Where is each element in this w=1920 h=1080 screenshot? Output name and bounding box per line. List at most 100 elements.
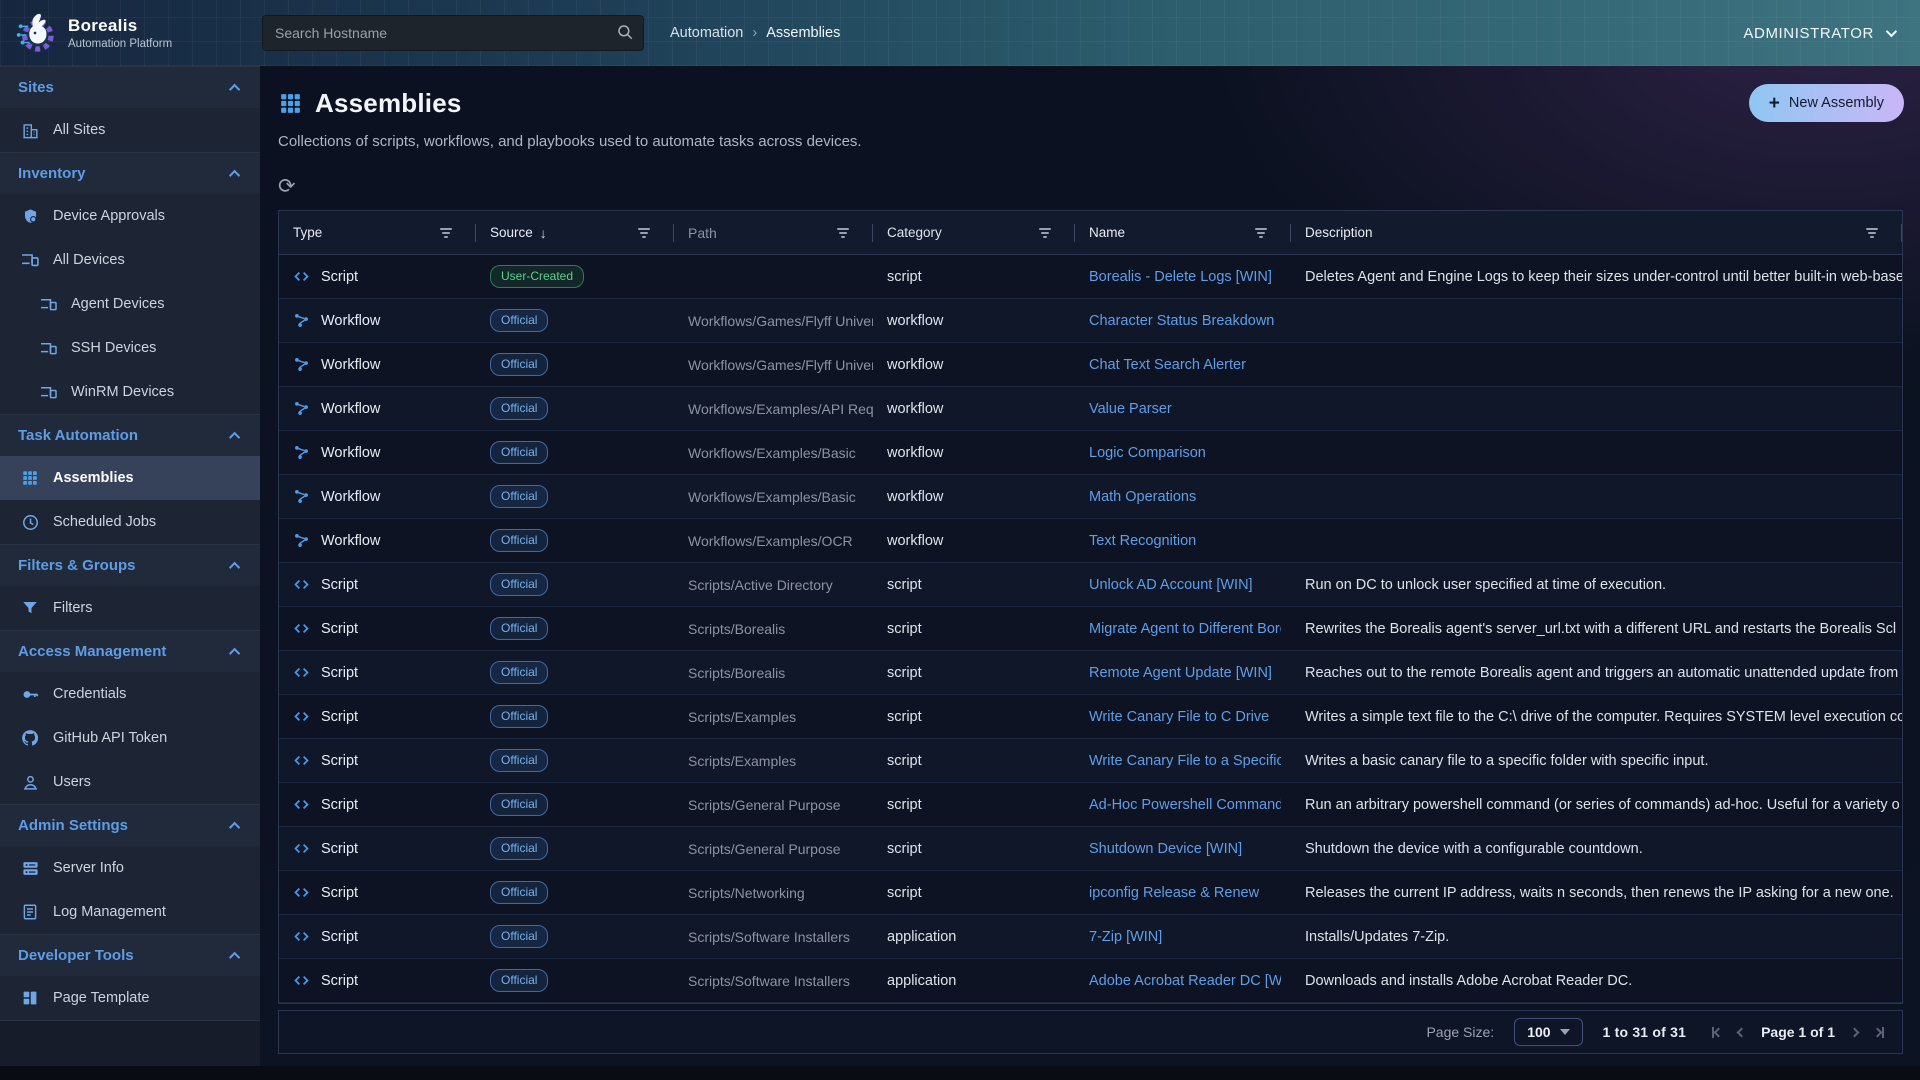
sidebar-item-filters[interactable]: Filters [0,586,260,630]
sidebar-section-developer-tools[interactable]: Developer Tools [0,934,260,976]
assembly-name-link[interactable]: Math Operations [1089,489,1281,505]
next-page-button[interactable] [1851,1029,1858,1036]
table-row[interactable]: Script Official Scripts/Borealis script … [279,607,1902,651]
table-row[interactable]: Script User-Created script Borealis - De… [279,255,1902,299]
category-cell: workflow [873,343,1075,386]
assembly-name-link[interactable]: Ad-Hoc Powershell Command [W [1089,797,1281,813]
description-cell [1291,475,1902,518]
column-header-path[interactable]: Path [674,211,873,254]
page-size-select[interactable]: 100 [1514,1018,1582,1046]
assembly-name-link[interactable]: Character Status Breakdown [1089,313,1281,329]
type-label: Script [321,929,358,945]
sidebar-item-agent-devices[interactable]: Agent Devices [0,282,260,326]
assembly-name-link[interactable]: Logic Comparison [1089,445,1281,461]
prev-page-button[interactable] [1738,1029,1745,1036]
sidebar-item-github-api-token[interactable]: GitHub API Token [0,716,260,760]
filter-funnel-icon[interactable] [1035,224,1055,242]
first-page-button[interactable] [1712,1027,1722,1038]
assembly-name-link[interactable]: Write Canary File to a Specific F [1089,753,1281,769]
new-assembly-button[interactable]: + New Assembly [1749,84,1904,122]
user-menu[interactable]: ADMINISTRATOR [1743,25,1894,42]
category-cell: application [873,959,1075,1002]
code-icon [293,972,310,989]
assembly-name-link[interactable]: ipconfig Release & Renew [1089,885,1281,901]
chevron-up-icon [229,431,240,442]
table-row[interactable]: Script Official Scripts/Software Install… [279,915,1902,959]
refresh-icon[interactable]: ⟳ [278,176,302,197]
breadcrumb-assemblies[interactable]: Assemblies [766,25,840,41]
table-row[interactable]: Workflow Official Workflows/Examples/Bas… [279,475,1902,519]
assembly-name-link[interactable]: Migrate Agent to Different Borea [1089,621,1281,637]
table-row[interactable]: Workflow Official Workflows/Examples/API… [279,387,1902,431]
table-row[interactable]: Script Official Scripts/Software Install… [279,959,1902,1003]
column-header-category[interactable]: Category [873,211,1075,254]
filter-funnel-icon[interactable] [436,224,456,242]
assembly-name-link[interactable]: 7-Zip [WIN] [1089,929,1281,945]
sidebar-section-task-automation[interactable]: Task Automation [0,414,260,456]
sidebar-item-winrm-devices[interactable]: WinRM Devices [0,370,260,414]
table-row[interactable]: Workflow Official Workflows/Games/Flyff … [279,299,1902,343]
sidebar-item-scheduled-jobs[interactable]: Scheduled Jobs [0,500,260,544]
assembly-name-link[interactable]: Adobe Acrobat Reader DC [WIN [1089,973,1281,989]
description-cell: Run on DC to unlock user specified at ti… [1291,563,1902,606]
sidebar-item-all-devices[interactable]: All Devices [0,238,260,282]
filter-funnel-icon[interactable] [833,224,853,242]
column-header-description[interactable]: Description [1291,211,1902,254]
sidebar-item-all-sites[interactable]: All Sites [0,108,260,152]
filter-funnel-icon [20,598,40,618]
table-row[interactable]: Script Official Scripts/Examples script … [279,739,1902,783]
source-badge: Official [490,617,548,640]
assembly-name-link[interactable]: Value Parser [1089,401,1281,417]
table-row[interactable]: Script Official Scripts/Borealis script … [279,651,1902,695]
column-header-name[interactable]: Name [1075,211,1291,254]
category-cell: workflow [873,519,1075,562]
last-page-button[interactable] [1874,1027,1884,1038]
column-header-source[interactable]: Source ↓ [476,211,674,254]
search-icon[interactable] [616,23,634,41]
path-cell: Scripts/Software Installers [674,959,873,1002]
description-cell [1291,299,1902,342]
assembly-name-link[interactable]: Remote Agent Update [WIN] [1089,665,1281,681]
category-cell: script [873,739,1075,782]
table-row[interactable]: Script Official Scripts/General Purpose … [279,827,1902,871]
assembly-name-link[interactable]: Chat Text Search Alerter [1089,357,1281,373]
sidebar-item-log-management[interactable]: Log Management [0,890,260,934]
table-row[interactable]: Workflow Official Workflows/Examples/Bas… [279,431,1902,475]
sidebar-section-sites[interactable]: Sites [0,66,260,108]
table-row[interactable]: Script Official Scripts/Active Directory… [279,563,1902,607]
breadcrumb-automation[interactable]: Automation [670,25,743,41]
code-icon [293,268,310,285]
sidebar-item-ssh-devices[interactable]: SSH Devices [0,326,260,370]
sidebar-item-users[interactable]: Users [0,760,260,804]
sidebar-item-assemblies[interactable]: Assemblies [0,456,260,500]
type-label: Script [321,885,358,901]
devices-icon [38,382,58,402]
assembly-name-link[interactable]: Shutdown Device [WIN] [1089,841,1281,857]
column-header-type[interactable]: Type [279,211,476,254]
filter-funnel-icon[interactable] [1862,224,1882,242]
sidebar-section-admin-settings[interactable]: Admin Settings [0,804,260,846]
sidebar-section-access-management[interactable]: Access Management [0,630,260,672]
search-input[interactable] [262,15,644,51]
assembly-name-link[interactable]: Write Canary File to C Drive [1089,709,1281,725]
table-row[interactable]: Script Official Scripts/Examples script … [279,695,1902,739]
description-cell: Reaches out to the remote Borealis agent… [1291,651,1902,694]
filter-funnel-icon[interactable] [634,224,654,242]
sidebar-section-inventory[interactable]: Inventory [0,152,260,194]
sidebar-item-server-info[interactable]: Server Info [0,846,260,890]
sidebar-item-device-approvals[interactable]: Device Approvals [0,194,260,238]
assembly-name-link[interactable]: Unlock AD Account [WIN] [1089,577,1281,593]
table-row[interactable]: Workflow Official Workflows/Games/Flyff … [279,343,1902,387]
filter-funnel-icon[interactable] [1251,224,1271,242]
path-cell: Scripts/Active Directory [674,563,873,606]
sidebar-item-credentials[interactable]: Credentials [0,672,260,716]
table-row[interactable]: Workflow Official Workflows/Examples/OCR… [279,519,1902,563]
assembly-name-link[interactable]: Borealis - Delete Logs [WIN] [1089,269,1281,285]
table-row[interactable]: Script Official Scripts/General Purpose … [279,783,1902,827]
sidebar-item-page-template[interactable]: Page Template [0,976,260,1020]
sort-desc-icon[interactable]: ↓ [540,225,547,241]
top-bar: Borealis Automation Platform Automation … [0,0,1920,66]
table-row[interactable]: Script Official Scripts/Networking scrip… [279,871,1902,915]
sidebar-section-filters-groups[interactable]: Filters & Groups [0,544,260,586]
assembly-name-link[interactable]: Text Recognition [1089,533,1281,549]
